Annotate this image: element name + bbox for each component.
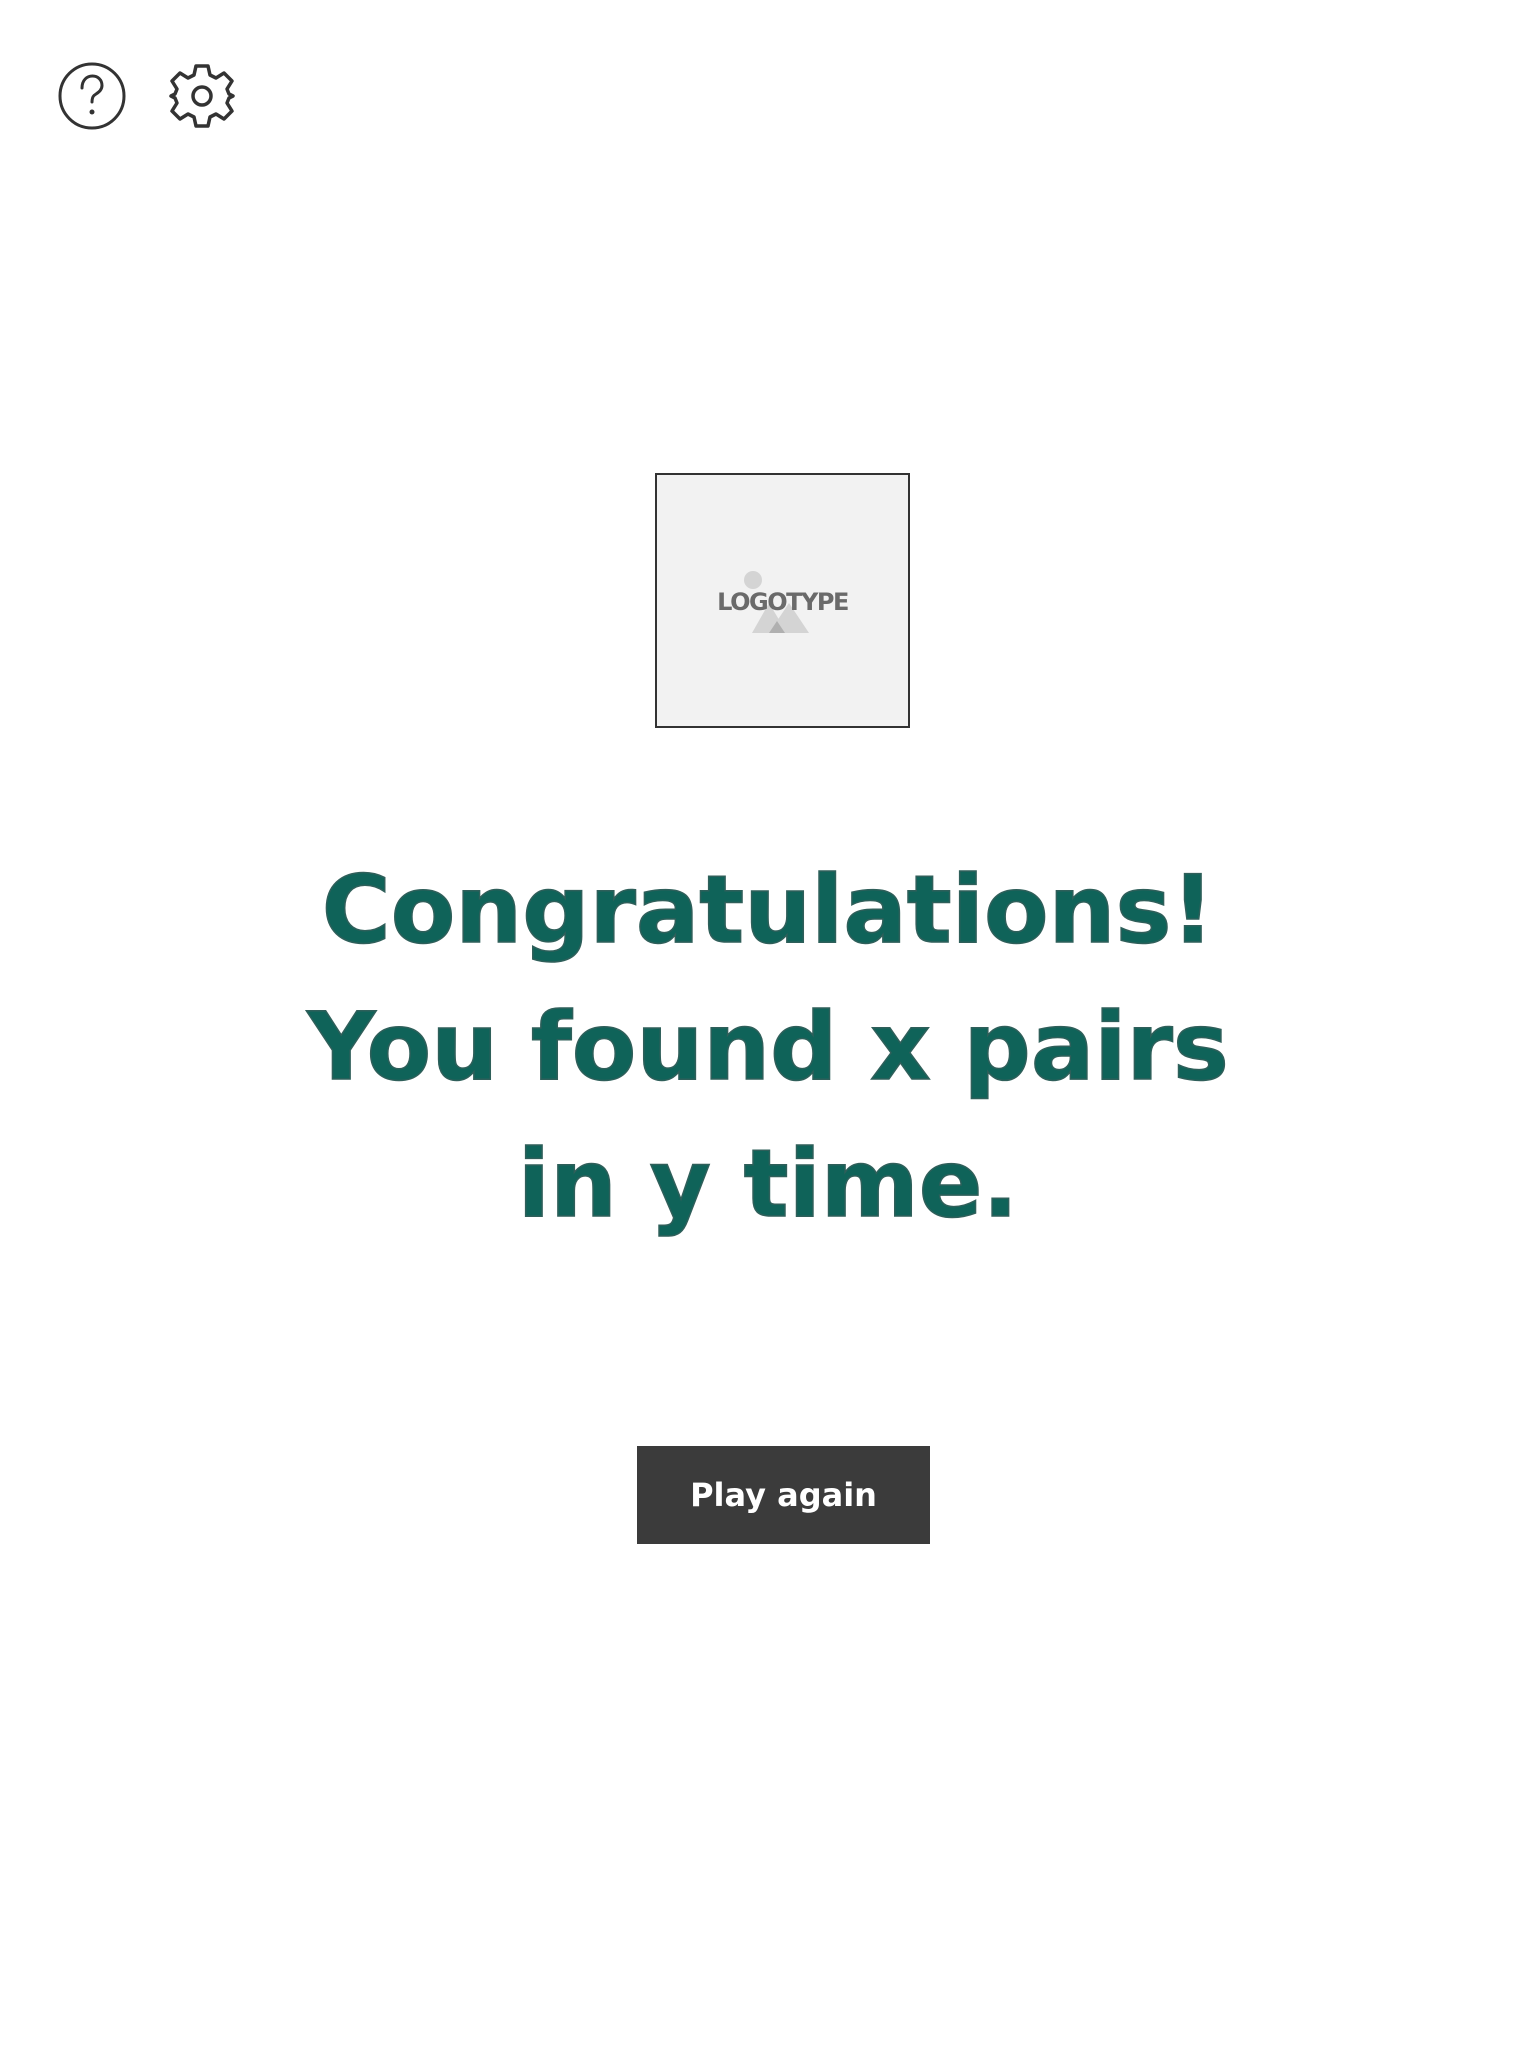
logo-text: LOGOTYPE <box>717 588 849 616</box>
result-message: Congratulations! You found x pairs in y … <box>0 842 1536 1253</box>
time-text: in y time. <box>517 1129 1019 1240</box>
top-toolbar <box>56 60 238 132</box>
play-again-button[interactable]: Play again <box>637 1446 930 1544</box>
congratulations-heading: Congratulations! <box>321 855 1215 966</box>
help-icon[interactable] <box>56 60 128 132</box>
logo-placeholder: LOGOTYPE <box>655 473 910 728</box>
pairs-found-text: You found x pairs <box>306 992 1229 1103</box>
gear-icon[interactable] <box>166 60 238 132</box>
